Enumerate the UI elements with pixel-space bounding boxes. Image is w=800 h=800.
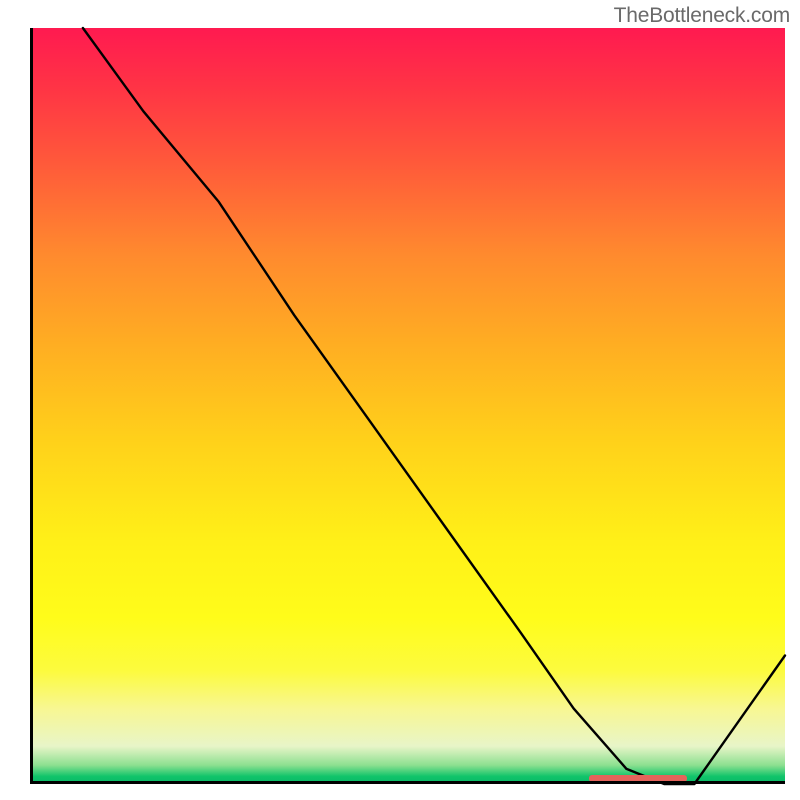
x-axis (30, 781, 785, 784)
bottleneck-curve (30, 28, 785, 784)
y-axis (30, 28, 33, 784)
chart-area (30, 28, 785, 784)
watermark-text: TheBottleneck.com (614, 4, 790, 28)
